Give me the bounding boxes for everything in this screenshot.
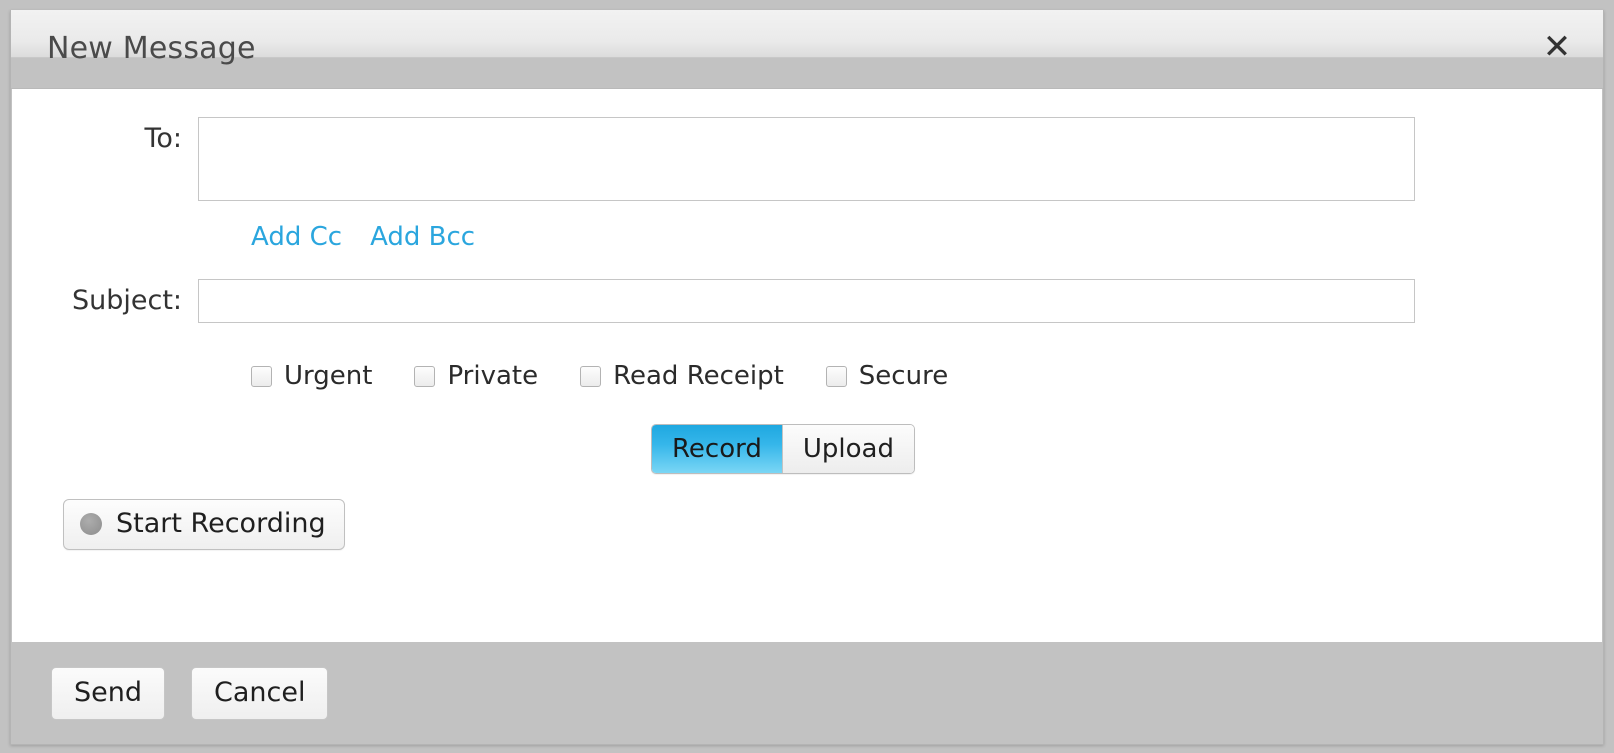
checkbox-private[interactable]: Private	[414, 361, 538, 391]
checkbox-label: Private	[447, 361, 539, 391]
new-message-dialog: New Message ✕ To: Add Cc Add Bcc Subject…	[10, 10, 1604, 745]
dialog-body: To: Add Cc Add Bcc Subject: Urgent Priva…	[12, 89, 1602, 642]
checkbox-box-icon[interactable]	[251, 365, 272, 387]
start-recording-button[interactable]: Start Recording	[63, 499, 345, 550]
checkbox-secure[interactable]: Secure	[825, 361, 949, 391]
checkbox-box-icon[interactable]	[580, 365, 602, 387]
to-input[interactable]	[198, 117, 1415, 201]
tab-record[interactable]: Record	[652, 425, 782, 473]
checkbox-label: Secure	[858, 361, 949, 391]
checkbox-box-icon[interactable]	[414, 365, 436, 387]
tab-upload[interactable]: Upload	[781, 425, 914, 473]
close-icon[interactable]: ✕	[1537, 27, 1577, 67]
checkbox-read-receipt[interactable]: Read Receipt	[580, 361, 784, 391]
dialog-titlebar: New Message ✕	[11, 10, 1603, 89]
subject-input[interactable]	[198, 279, 1415, 323]
to-label: To:	[144, 123, 182, 154]
message-options: Urgent Private Read Receipt Secure	[12, 361, 1602, 391]
start-recording-label: Start Recording	[116, 508, 326, 539]
subject-row: Subject:	[12, 279, 1602, 323]
add-cc-link[interactable]: Add Cc	[251, 222, 342, 252]
checkbox-urgent[interactable]: Urgent	[251, 361, 372, 391]
add-bcc-link[interactable]: Add Bcc	[370, 222, 475, 252]
cancel-button[interactable]: Cancel	[191, 666, 329, 720]
checkbox-box-icon[interactable]	[825, 365, 847, 387]
checkbox-label: Urgent	[284, 361, 373, 391]
to-row: To:	[12, 117, 1602, 201]
dialog-footer: Send Cancel	[11, 642, 1603, 744]
attachment-mode-row: Record Upload	[12, 424, 1602, 474]
record-dot-icon	[80, 512, 102, 535]
send-button[interactable]: Send	[51, 666, 166, 720]
attachment-mode-toggle: Record Upload	[651, 424, 915, 474]
recipient-links: Add Cc Add Bcc	[12, 222, 1602, 252]
dialog-title: New Message	[47, 30, 256, 66]
subject-label: Subject:	[71, 285, 182, 316]
record-row: Start Recording	[63, 499, 345, 550]
checkbox-label: Read Receipt	[613, 361, 784, 391]
